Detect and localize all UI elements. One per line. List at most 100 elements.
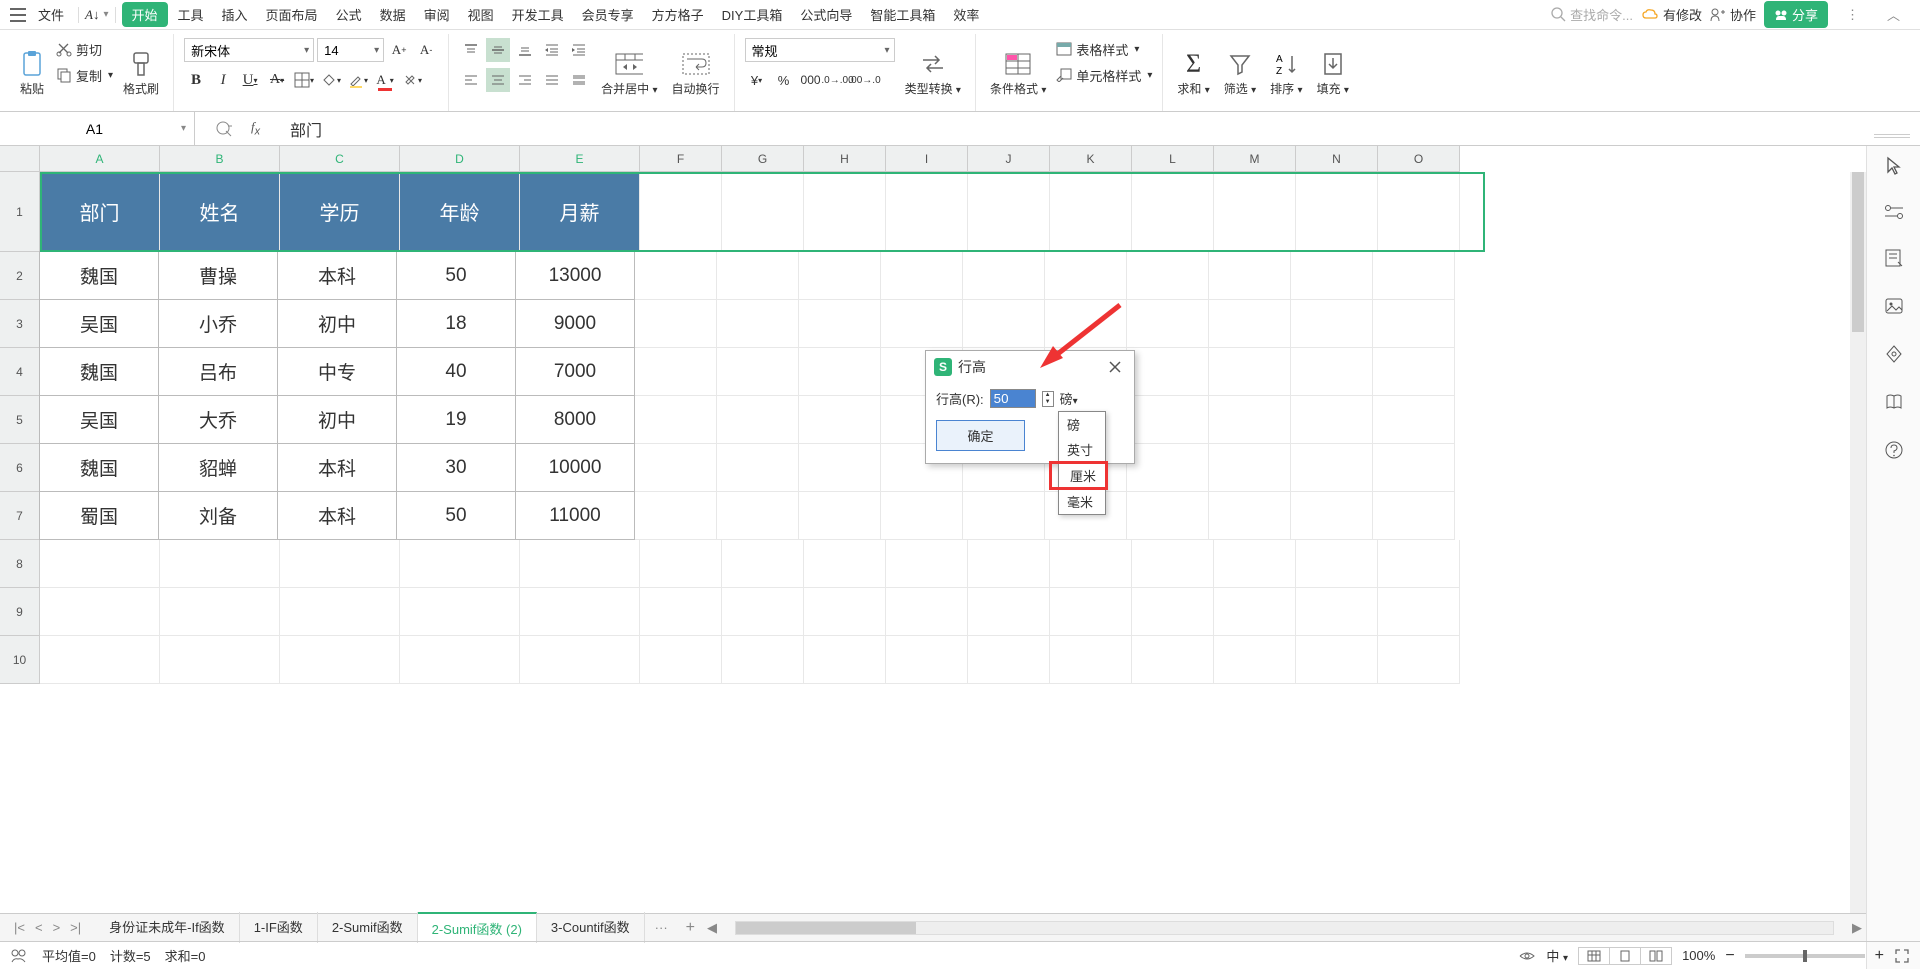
dialog-ok-button[interactable]: 确定 — [936, 420, 1025, 451]
cell-B5[interactable]: 大乔 — [158, 395, 278, 444]
cell-J9[interactable] — [968, 588, 1050, 636]
chevron-down-icon[interactable]: ▾ — [181, 123, 186, 134]
tab-diy[interactable]: DIY工具箱 — [714, 1, 791, 28]
cell-C4[interactable]: 中专 — [277, 347, 397, 396]
cell-N10[interactable] — [1296, 636, 1378, 684]
cell-E6[interactable]: 10000 — [515, 443, 635, 492]
hamburger-icon[interactable] — [10, 8, 26, 22]
col-header-N[interactable]: N — [1296, 146, 1378, 172]
unit-select[interactable]: 磅▾ — [1060, 389, 1078, 408]
name-box-input[interactable] — [8, 121, 181, 137]
cell-O5[interactable] — [1373, 396, 1455, 444]
align-left-button[interactable] — [459, 68, 483, 92]
cell-D2[interactable]: 50 — [396, 251, 516, 300]
cell-C1[interactable]: 学历 — [280, 172, 400, 252]
cell-E7[interactable]: 11000 — [515, 491, 635, 540]
qat-icon[interactable]: A↓ — [85, 7, 99, 23]
sort-button[interactable]: AZ 排序 ▾ — [1266, 38, 1306, 108]
bold-button[interactable]: B — [184, 68, 208, 92]
cell-style-button[interactable]: 单元格样式▾ — [1056, 64, 1152, 86]
unit-option-mm[interactable]: 毫米 — [1059, 489, 1105, 514]
view-page[interactable] — [1610, 948, 1641, 964]
cell-M7[interactable] — [1209, 492, 1291, 540]
col-header-B[interactable]: B — [160, 146, 280, 172]
view-normal[interactable] — [1579, 948, 1610, 964]
file-menu[interactable]: 文件 — [30, 1, 72, 28]
zoom-value[interactable]: 100% — [1682, 948, 1715, 963]
unit-option-cm[interactable]: 厘米 — [1049, 461, 1108, 490]
cell-F4[interactable] — [635, 348, 717, 396]
fill-color-button[interactable]: ▾ — [319, 68, 343, 92]
cell-C7[interactable]: 本科 — [277, 491, 397, 540]
cell-B3[interactable]: 小乔 — [158, 299, 278, 348]
pointer-icon[interactable] — [1884, 156, 1904, 176]
sheet-nav-last[interactable]: >| — [66, 918, 85, 937]
sheet-tab-0[interactable]: 身份证未成年-If函数 — [95, 912, 240, 943]
cell-G4[interactable] — [717, 348, 799, 396]
diamond-icon[interactable] — [1884, 344, 1904, 364]
cell-F2[interactable] — [635, 252, 717, 300]
cell-C5[interactable]: 初中 — [277, 395, 397, 444]
row-header-5[interactable]: 5 — [0, 396, 40, 444]
cell-H9[interactable] — [804, 588, 886, 636]
cell-L5[interactable] — [1127, 396, 1209, 444]
underline-button[interactable]: U▾ — [238, 68, 262, 92]
cell-H7[interactable] — [799, 492, 881, 540]
cell-H10[interactable] — [804, 636, 886, 684]
cell-A2[interactable]: 魏国 — [39, 251, 159, 300]
decrease-indent-button[interactable] — [540, 38, 564, 62]
cell-I8[interactable] — [886, 540, 968, 588]
hscroll-right[interactable]: ▶ — [1848, 920, 1866, 936]
cell-L10[interactable] — [1132, 636, 1214, 684]
cell-M2[interactable] — [1209, 252, 1291, 300]
search-commands[interactable]: 查找命令... — [1551, 5, 1633, 24]
cell-J1[interactable] — [968, 172, 1050, 252]
more-menu-icon[interactable]: ⋮ — [1836, 7, 1869, 23]
paste-button[interactable]: 粘贴 — [14, 38, 50, 108]
row-header-6[interactable]: 6 — [0, 444, 40, 492]
cell-B7[interactable]: 刘备 — [158, 491, 278, 540]
cell-C10[interactable] — [280, 636, 400, 684]
cell-C6[interactable]: 本科 — [277, 443, 397, 492]
sheet-nav-prev[interactable]: < — [31, 918, 47, 937]
row-header-8[interactable]: 8 — [0, 540, 40, 588]
zoom-out-button[interactable]: − — [1725, 947, 1734, 965]
ime-icon[interactable]: 中 ▾ — [1546, 946, 1568, 965]
zoom-in-button[interactable]: + — [1875, 947, 1884, 965]
cell-A4[interactable]: 魏国 — [39, 347, 159, 396]
col-header-D[interactable]: D — [400, 146, 520, 172]
row-header-3[interactable]: 3 — [0, 300, 40, 348]
cell-K1[interactable] — [1050, 172, 1132, 252]
cell-A5[interactable]: 吴国 — [39, 395, 159, 444]
cell-O4[interactable] — [1373, 348, 1455, 396]
cell-H4[interactable] — [799, 348, 881, 396]
eye-icon[interactable] — [1518, 949, 1536, 963]
align-top-button[interactable] — [459, 38, 483, 62]
add-sheet-button[interactable]: + — [678, 919, 703, 937]
cell-D6[interactable]: 30 — [396, 443, 516, 492]
decrease-decimal-button[interactable]: .00→.0 — [853, 68, 877, 92]
cell-A6[interactable]: 魏国 — [39, 443, 159, 492]
cell-G2[interactable] — [717, 252, 799, 300]
font-color-button[interactable]: A▾ — [373, 68, 397, 92]
distributed-button[interactable] — [567, 68, 591, 92]
cell-L9[interactable] — [1132, 588, 1214, 636]
cell-J7[interactable] — [963, 492, 1045, 540]
cell-K2[interactable] — [1045, 252, 1127, 300]
comma-button[interactable]: 000 — [799, 68, 823, 92]
col-header-C[interactable]: C — [280, 146, 400, 172]
fill-button[interactable]: 填充 ▾ — [1313, 38, 1353, 108]
cell-M5[interactable] — [1209, 396, 1291, 444]
row-header-9[interactable]: 9 — [0, 588, 40, 636]
collapse-ribbon-icon[interactable]: ︿ — [1877, 5, 1910, 24]
cell-O2[interactable] — [1373, 252, 1455, 300]
cell-G7[interactable] — [717, 492, 799, 540]
cell-I1[interactable] — [886, 172, 968, 252]
col-header-M[interactable]: M — [1214, 146, 1296, 172]
share-button[interactable]: 分享 — [1764, 1, 1828, 28]
cell-O1[interactable] — [1378, 172, 1460, 252]
cell-F9[interactable] — [640, 588, 722, 636]
cell-I3[interactable] — [881, 300, 963, 348]
cell-M6[interactable] — [1209, 444, 1291, 492]
sheet-nav-next[interactable]: > — [49, 918, 65, 937]
